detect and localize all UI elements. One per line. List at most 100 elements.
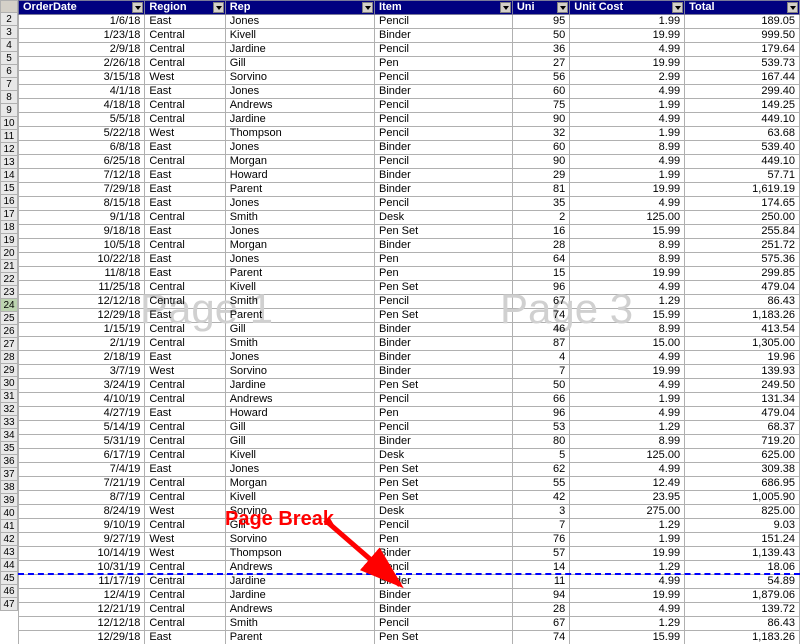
cell[interactable]: 12/21/19 (19, 603, 145, 617)
cell[interactable]: Pen (375, 253, 513, 267)
cell[interactable]: Central (145, 477, 225, 491)
table-row[interactable]: 12/12/18CentralSmithPencil671.2986.43 (19, 295, 800, 309)
row-number[interactable]: 24 (0, 299, 18, 312)
cell[interactable]: 12/4/19 (19, 589, 145, 603)
cell[interactable]: Pen Set (375, 631, 513, 644)
cell[interactable]: 7/4/19 (19, 463, 145, 477)
cell[interactable]: 2.99 (570, 71, 685, 85)
cell[interactable]: 15 (512, 267, 569, 281)
cell[interactable]: 53 (512, 421, 569, 435)
col-header-orderdate[interactable]: OrderDate (19, 1, 145, 15)
cell[interactable]: Jones (225, 225, 374, 239)
cell[interactable]: 19.99 (570, 29, 685, 43)
cell[interactable]: Pen Set (375, 281, 513, 295)
cell[interactable]: 4.99 (570, 463, 685, 477)
cell[interactable]: Jones (225, 253, 374, 267)
row-number[interactable]: 3 (0, 26, 18, 39)
cell[interactable]: 4.99 (570, 575, 685, 589)
cell[interactable]: Thompson (225, 127, 374, 141)
row-number[interactable]: 29 (0, 364, 18, 377)
cell[interactable]: Central (145, 519, 225, 533)
cell[interactable]: Pen (375, 407, 513, 421)
row-number[interactable]: 18 (0, 221, 18, 234)
cell[interactable]: 57 (512, 547, 569, 561)
filter-dropdown-icon[interactable] (672, 2, 683, 13)
cell[interactable]: 1.29 (570, 421, 685, 435)
table-row[interactable]: 12/29/18EastParentPen Set7415.991,183.26 (19, 309, 800, 323)
table-row[interactable]: 7/4/19EastJonesPen Set624.99309.38 (19, 463, 800, 477)
cell[interactable]: 4.99 (570, 281, 685, 295)
cell[interactable]: 2 (512, 211, 569, 225)
cell[interactable]: 3/24/19 (19, 379, 145, 393)
cell[interactable]: 999.50 (685, 29, 800, 43)
cell[interactable]: 7/29/18 (19, 183, 145, 197)
cell[interactable]: Binder (375, 337, 513, 351)
row-number[interactable]: 23 (0, 286, 18, 299)
cell[interactable]: 1.99 (570, 15, 685, 29)
cell[interactable]: 11 (512, 575, 569, 589)
cell[interactable]: Pencil (375, 71, 513, 85)
cell[interactable]: 5/5/18 (19, 113, 145, 127)
cell[interactable]: Binder (375, 365, 513, 379)
cell[interactable]: Central (145, 589, 225, 603)
table-row[interactable]: 4/1/18EastJonesBinder604.99299.40 (19, 85, 800, 99)
cell[interactable]: 3/7/19 (19, 365, 145, 379)
cell[interactable]: 309.38 (685, 463, 800, 477)
table-row[interactable]: 7/29/18EastParentBinder8119.991,619.19 (19, 183, 800, 197)
cell[interactable]: 1,879.06 (685, 589, 800, 603)
cell[interactable]: Andrews (225, 393, 374, 407)
cell[interactable]: 2/26/18 (19, 57, 145, 71)
cell[interactable]: Morgan (225, 155, 374, 169)
table-row[interactable]: 8/7/19CentralKivellPen Set4223.951,005.9… (19, 491, 800, 505)
cell[interactable]: 5/22/18 (19, 127, 145, 141)
cell[interactable]: Smith (225, 295, 374, 309)
cell[interactable]: East (145, 407, 225, 421)
row-number[interactable]: 15 (0, 182, 18, 195)
cell[interactable]: Kivell (225, 281, 374, 295)
cell[interactable]: 42 (512, 491, 569, 505)
cell[interactable]: 1.99 (570, 393, 685, 407)
cell[interactable]: 4.99 (570, 407, 685, 421)
cell[interactable]: 139.72 (685, 603, 800, 617)
col-header-total[interactable]: Total (685, 1, 800, 15)
cell[interactable]: 4.99 (570, 351, 685, 365)
filter-dropdown-icon[interactable] (213, 2, 224, 13)
cell[interactable]: Central (145, 211, 225, 225)
cell[interactable]: 1,005.90 (685, 491, 800, 505)
row-number[interactable]: 36 (0, 455, 18, 468)
cell[interactable]: 4.99 (570, 43, 685, 57)
cell[interactable]: Central (145, 155, 225, 169)
cell[interactable]: 189.05 (685, 15, 800, 29)
cell[interactable]: East (145, 253, 225, 267)
table-row[interactable]: 9/18/18EastJonesPen Set1615.99255.84 (19, 225, 800, 239)
cell[interactable]: Pen Set (375, 379, 513, 393)
cell[interactable]: 1/15/19 (19, 323, 145, 337)
row-number[interactable]: 13 (0, 156, 18, 169)
cell[interactable]: West (145, 365, 225, 379)
cell[interactable]: 15.99 (570, 309, 685, 323)
cell[interactable]: 19.99 (570, 589, 685, 603)
cell[interactable]: 4 (512, 351, 569, 365)
cell[interactable]: 86.43 (685, 617, 800, 631)
cell[interactable]: 12/12/18 (19, 295, 145, 309)
cell[interactable]: Parent (225, 631, 374, 644)
cell[interactable]: Central (145, 449, 225, 463)
cell[interactable]: 174.65 (685, 197, 800, 211)
cell[interactable]: Jardine (225, 113, 374, 127)
cell[interactable]: Central (145, 239, 225, 253)
cell[interactable]: 19.99 (570, 547, 685, 561)
cell[interactable]: 1,139.43 (685, 547, 800, 561)
cell[interactable]: 60 (512, 141, 569, 155)
cell[interactable]: East (145, 631, 225, 644)
cell[interactable]: Andrews (225, 603, 374, 617)
cell[interactable]: 8/7/19 (19, 491, 145, 505)
cell[interactable]: 68.37 (685, 421, 800, 435)
cell[interactable]: Kivell (225, 449, 374, 463)
cell[interactable]: 81 (512, 183, 569, 197)
cell[interactable]: 179.64 (685, 43, 800, 57)
cell[interactable]: 4/1/18 (19, 85, 145, 99)
cell[interactable]: Pencil (375, 197, 513, 211)
cell[interactable]: Central (145, 29, 225, 43)
cell[interactable]: 96 (512, 281, 569, 295)
cell[interactable]: Central (145, 435, 225, 449)
